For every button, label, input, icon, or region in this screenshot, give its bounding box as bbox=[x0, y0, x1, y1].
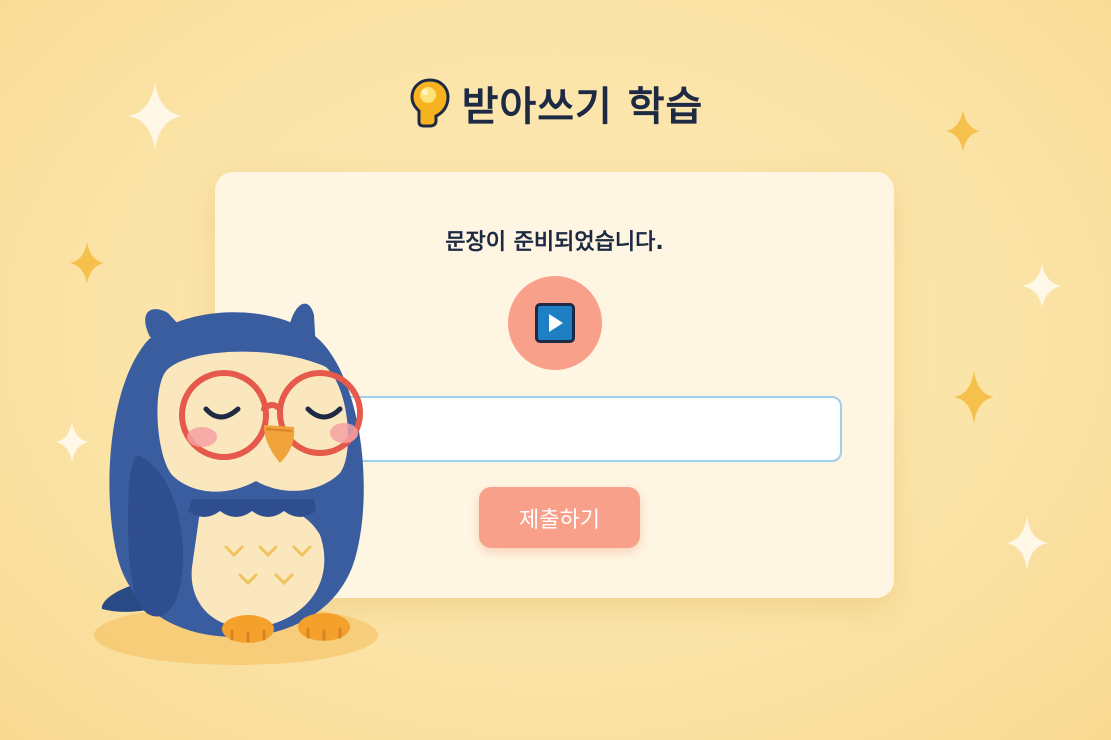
submit-button[interactable]: 제출하기 bbox=[479, 487, 640, 548]
page-header: 받아쓰기 학습 bbox=[0, 74, 1111, 132]
sparkle-icon bbox=[70, 242, 104, 284]
play-audio-button[interactable] bbox=[508, 276, 602, 370]
sparkle-icon bbox=[954, 370, 994, 424]
answer-input[interactable] bbox=[335, 396, 842, 462]
play-icon bbox=[535, 303, 575, 343]
owl-mascot bbox=[94, 303, 378, 665]
lightbulb-icon bbox=[410, 78, 450, 128]
page-title: 받아쓰기 학습 bbox=[461, 84, 704, 130]
sparkle-icon bbox=[56, 422, 88, 462]
sparkle-icon bbox=[1006, 516, 1048, 570]
status-message: 문장이 준비되었습니다. bbox=[445, 230, 664, 255]
sparkle-icon bbox=[1022, 264, 1062, 308]
